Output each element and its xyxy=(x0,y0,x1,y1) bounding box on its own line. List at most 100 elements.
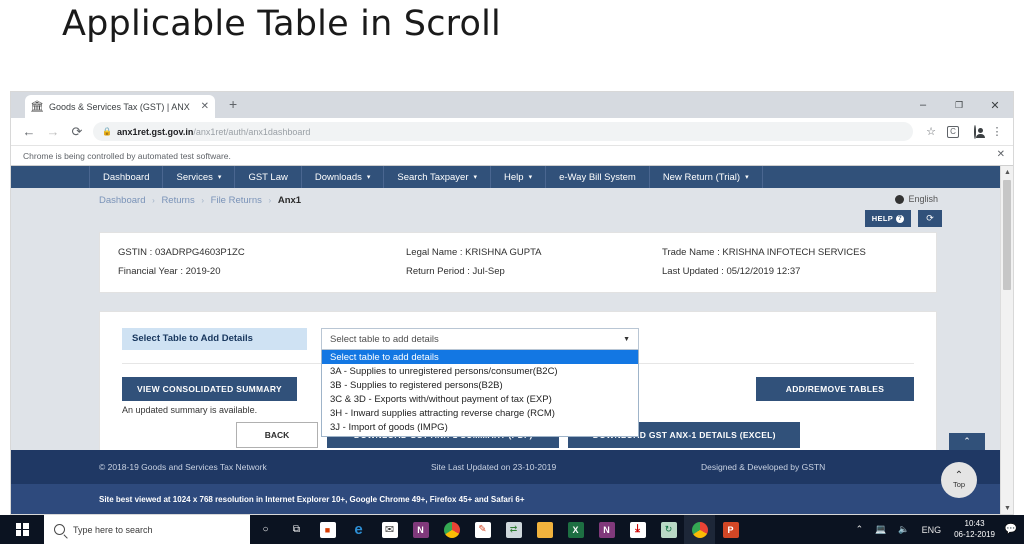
updated-summary-note: An updated summary is available. xyxy=(122,405,258,415)
teamviewer-icon[interactable]: ↻ xyxy=(653,515,684,544)
list-item[interactable]: Select table to add details xyxy=(322,350,638,364)
language-indicator[interactable]: ENG xyxy=(916,525,948,535)
gstin-label: GSTIN : xyxy=(118,247,153,258)
onenote-icon[interactable]: N xyxy=(405,515,436,544)
nav-item-search-taxpayer[interactable]: Search Taxpayer ▾ xyxy=(384,166,492,188)
windows-logo-icon xyxy=(15,523,29,536)
new-tab-button[interactable]: + xyxy=(229,97,237,111)
cortana-icon[interactable]: ○ xyxy=(250,515,281,544)
list-item[interactable]: 3A - Supplies to unregistered persons/co… xyxy=(322,364,638,378)
adobe-reader-icon[interactable]: ⤓ xyxy=(622,515,653,544)
taxpayer-info-panel: GSTIN : 03ADRPG4603P1ZC Legal Name : KRI… xyxy=(99,232,937,293)
nav-item-eway-bill[interactable]: e-Way Bill System xyxy=(546,166,650,188)
nav-label: GST Law xyxy=(248,171,288,183)
scroll-to-top-button[interactable]: ⌃ Top xyxy=(941,462,977,498)
select-table-dropdown[interactable]: Select table to add details ▼ Select tab… xyxy=(321,328,639,437)
browser-window: 🏛 Goods & Services Tax (GST) | ANX ✕ + –… xyxy=(10,91,1014,515)
list-item[interactable]: 3B - Supplies to registered persons(B2B) xyxy=(322,378,638,392)
browser-tabstrip: 🏛 Goods & Services Tax (GST) | ANX ✕ + –… xyxy=(11,92,1013,118)
close-icon[interactable]: ✕ xyxy=(201,101,209,112)
legal-name-value: KRISHNA GUPTA xyxy=(465,247,542,258)
action-center-icon[interactable]: 💬 xyxy=(1002,522,1020,538)
start-button[interactable] xyxy=(0,515,44,544)
financial-year-value: 2019-20 xyxy=(185,266,221,277)
scrollbar-down-arrow[interactable]: ▼ xyxy=(1001,502,1013,514)
onenote2-icon[interactable]: N xyxy=(591,515,622,544)
maximize-icon[interactable]: ❐ xyxy=(941,92,977,118)
help-button[interactable]: HELP ? xyxy=(864,210,911,227)
page-scrollbar[interactable]: ▲ ▼ xyxy=(1000,166,1013,514)
file-explorer-icon[interactable] xyxy=(529,515,560,544)
chrome-active-icon[interactable] xyxy=(684,515,715,544)
taskbar-clock[interactable]: 10:43 06-12-2019 xyxy=(947,519,1002,540)
powerpoint-icon[interactable]: P xyxy=(715,515,746,544)
breadcrumb-item-dashboard[interactable]: Dashboard xyxy=(99,195,145,206)
chevron-down-icon: ▼ xyxy=(623,335,630,343)
bookmark-star-icon[interactable]: ☆ xyxy=(921,125,941,138)
chevron-down-icon: ▾ xyxy=(473,174,478,181)
tray-chevron-up-icon[interactable]: ⌃ xyxy=(850,524,870,535)
language-label: English xyxy=(908,194,938,204)
scrollbar-up-arrow[interactable]: ▲ xyxy=(1001,166,1013,178)
back-button[interactable]: BACK xyxy=(235,422,319,448)
breadcrumb-row: Dashboard › Returns › File Returns › Anx… xyxy=(11,188,1000,232)
task-view-icon[interactable]: ⧉ xyxy=(281,515,312,544)
chevron-down-icon: ▾ xyxy=(528,174,533,181)
scrollbar-thumb[interactable] xyxy=(1003,180,1011,290)
nav-item-downloads[interactable]: Downloads ▾ xyxy=(302,166,385,188)
file-transfer-icon[interactable]: ⇄ xyxy=(498,515,529,544)
excel-icon[interactable]: X xyxy=(560,515,591,544)
breadcrumb-item-current: Anx1 xyxy=(277,195,302,206)
breadcrumb-item-returns[interactable]: Returns xyxy=(161,195,194,206)
windows-taskbar: Type here to search ○ ⧉ ■ e ✉ N ✎ ⇄ X N … xyxy=(0,515,1024,544)
nav-item-new-return[interactable]: New Return (Trial) ▾ xyxy=(650,166,763,188)
language-selector[interactable]: English xyxy=(895,194,938,204)
paint-icon[interactable]: ✎ xyxy=(467,515,498,544)
add-remove-tables-button[interactable]: ADD/REMOVE TABLES xyxy=(756,377,914,401)
edge-icon[interactable]: e xyxy=(343,515,374,544)
nav-label: Dashboard xyxy=(103,171,150,183)
trade-name-value: KRISHNA INFOTECH SERVICES xyxy=(722,247,866,258)
list-item[interactable]: 3J - Import of goods (IMPG) xyxy=(322,420,638,434)
select-table-input[interactable]: Select table to add details ▼ xyxy=(321,328,639,350)
view-consolidated-summary-button[interactable]: VIEW CONSOLIDATED SUMMARY xyxy=(122,377,297,401)
nav-item-dashboard[interactable]: Dashboard xyxy=(89,166,164,188)
chevron-down-icon: ▾ xyxy=(366,174,371,181)
taskbar-search-input[interactable]: Type here to search xyxy=(44,515,250,544)
infobar-close-icon[interactable]: ✕ xyxy=(997,150,1005,160)
address-bar[interactable]: 🔒 anx1ret.gst.gov.in/anx1ret/auth/anx1da… xyxy=(93,122,913,141)
chevron-down-icon: ▾ xyxy=(217,174,222,181)
nav-item-services[interactable]: Services ▾ xyxy=(163,166,236,188)
list-item[interactable]: 3H - Inward supplies attracting reverse … xyxy=(322,406,638,420)
refresh-icon: ⟳ xyxy=(926,213,934,223)
nav-item-gst-law[interactable]: GST Law xyxy=(235,166,302,188)
minimize-icon[interactable]: – xyxy=(905,92,941,118)
chrome-icon[interactable] xyxy=(436,515,467,544)
profile-avatar-icon[interactable] xyxy=(965,124,985,139)
search-icon xyxy=(54,524,65,535)
microsoft-store-icon[interactable]: ■ xyxy=(312,515,343,544)
scroll-tab-flap[interactable]: ⌃ xyxy=(949,433,985,450)
globe-icon xyxy=(895,194,905,204)
breadcrumb: Dashboard › Returns › File Returns › Anx… xyxy=(99,195,1000,206)
nav-item-help[interactable]: Help ▾ xyxy=(491,166,547,188)
extension-icon[interactable]: C xyxy=(943,125,963,138)
list-item[interactable]: 3C & 3D - Exports with/without payment o… xyxy=(322,392,638,406)
table-row: GSTIN : 03ADRPG4603P1ZC Legal Name : KRI… xyxy=(118,243,918,262)
automation-infobar: Chrome is being controlled by automated … xyxy=(11,146,1013,166)
refresh-button[interactable]: ⟳ xyxy=(918,210,942,227)
legal-name-field: Legal Name : KRISHNA GUPTA xyxy=(406,247,662,258)
browser-menu-icon[interactable]: ⋮ xyxy=(987,125,1007,138)
volume-icon[interactable]: 🔈 xyxy=(892,524,915,535)
select-table-options-list[interactable]: Select table to add details 3A - Supplie… xyxy=(321,350,639,437)
mail-icon[interactable]: ✉ xyxy=(374,515,405,544)
network-icon[interactable]: 💻 xyxy=(869,524,892,535)
reload-icon[interactable]: ⟳ xyxy=(65,125,89,138)
breadcrumb-item-file-returns[interactable]: File Returns xyxy=(211,195,262,206)
back-icon[interactable]: ← xyxy=(17,125,41,138)
forward-icon[interactable]: → xyxy=(41,125,65,138)
window-close-icon[interactable]: ✕ xyxy=(977,92,1013,118)
site-footer-secondary: Site best viewed at 1024 x 768 resolutio… xyxy=(11,484,1000,514)
gst-main-nav: Dashboard Services ▾ GST Law Downloads ▾ S… xyxy=(11,166,1000,188)
browser-tab[interactable]: 🏛 Goods & Services Tax (GST) | ANX ✕ xyxy=(25,95,215,118)
